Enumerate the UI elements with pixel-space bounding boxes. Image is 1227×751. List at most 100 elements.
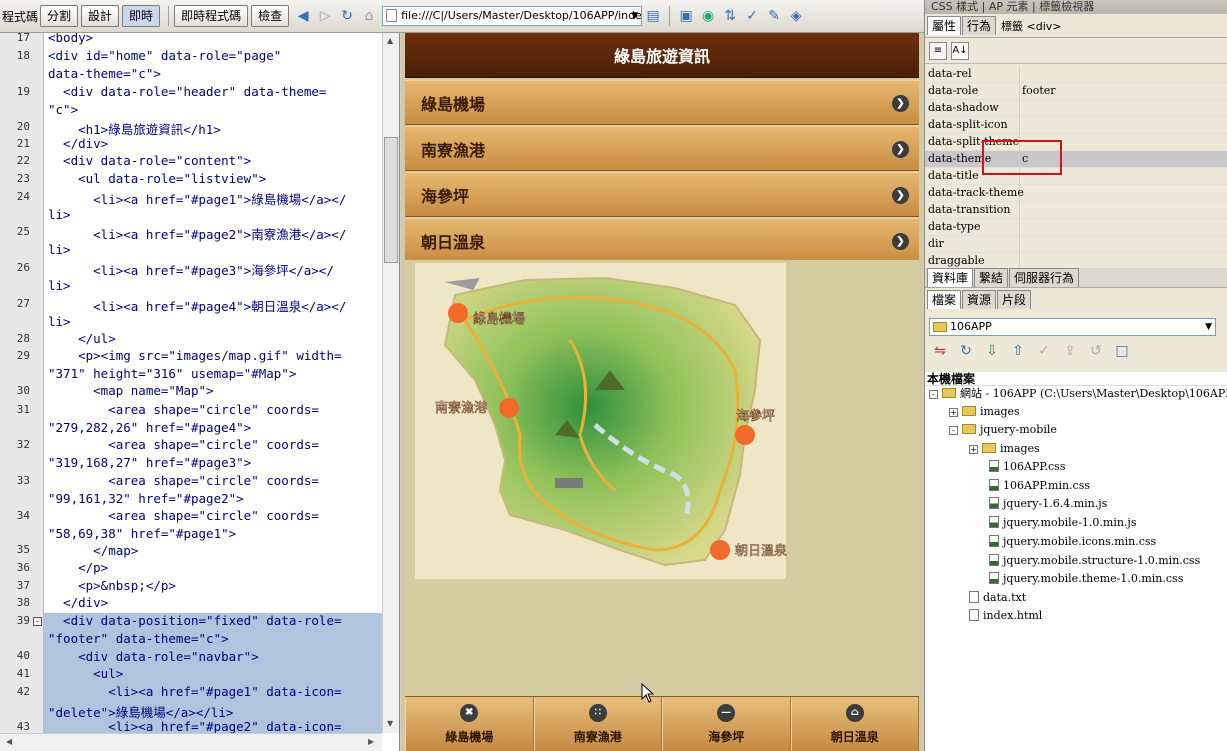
refresh-icon[interactable]: ↻	[339, 8, 355, 24]
tree-file[interactable]: jquery.mobile-1.0.min.js	[989, 515, 1137, 531]
property-row[interactable]: data-split-theme	[925, 134, 1227, 151]
property-row[interactable]: dir	[925, 236, 1227, 253]
property-row[interactable]: data-type	[925, 219, 1227, 236]
preview-browser-icon[interactable]: ◉	[700, 8, 716, 24]
tree-file[interactable]: jquery.mobile.structure-1.0.min.css	[989, 553, 1200, 569]
tree-site-root[interactable]: - 網站 - 106APP (C:\Users\Master\Desktop\10…	[929, 386, 1227, 402]
code-line: </map>	[48, 543, 139, 558]
code-horizontal-scrollbar[interactable]: ◀ ▶	[0, 733, 382, 751]
visual-aids-icon[interactable]: ◈	[788, 8, 804, 24]
line-number: 27	[16, 297, 30, 310]
tree-file[interactable]: jquery-1.6.4.min.js	[989, 496, 1107, 512]
island-map-image[interactable]: 綠島機場 南寮漁港 海參坪 朝日溫泉	[405, 260, 919, 696]
property-row-selected[interactable]: data-theme c	[925, 151, 1227, 168]
tab-snippets[interactable]: 片段	[997, 289, 1032, 309]
nav-tab-hot-spring[interactable]: ⌂ 朝日溫泉	[790, 697, 919, 751]
forward-arrow-icon[interactable]: ▷	[317, 8, 333, 24]
tab-bindings[interactable]: 繫結	[974, 268, 1009, 287]
scroll-up-icon[interactable]: ▲	[387, 36, 393, 45]
alphabetical-sort-icon[interactable]: A↓	[951, 41, 969, 60]
scroll-left-icon[interactable]: ◀	[6, 737, 12, 746]
tree-file[interactable]: 106APP.min.css	[989, 478, 1090, 494]
tree-file[interactable]: jquery.mobile.theme-1.0.min.css	[989, 571, 1183, 587]
code-line: "279,282,26" href="#page4">	[48, 420, 252, 435]
address-field[interactable]: file:///C|/Users/Master/Desktop/106APP/i…	[382, 6, 643, 26]
property-row[interactable]: data-rel	[925, 66, 1227, 83]
list-item-harbor[interactable]: 南寮漁港 ❯	[405, 126, 919, 171]
tree-file[interactable]: jquery.mobile.icons.min.css	[989, 534, 1156, 550]
validate-icon[interactable]: ✎	[766, 8, 782, 24]
property-value[interactable]: c	[1022, 151, 1028, 167]
home-icon[interactable]: ⌂	[361, 8, 377, 24]
scrollbar-thumb[interactable]	[384, 137, 398, 263]
tree-file[interactable]: 106APP.css	[989, 459, 1065, 475]
property-row[interactable]: data-role footer	[925, 83, 1227, 100]
tab-assets[interactable]: 資源	[962, 289, 997, 309]
line-number: 18	[16, 49, 30, 62]
line-number: 23	[16, 172, 30, 185]
refresh-icon[interactable]: ↻	[958, 343, 974, 359]
tree-file[interactable]: index.html	[969, 608, 1042, 624]
property-row[interactable]: data-split-icon	[925, 117, 1227, 134]
panel-group-title[interactable]: CSS 樣式 | AP 元素 | 標籤檢視器	[925, 0, 1227, 14]
code-line: "99,161,32" href="#page2">	[48, 491, 244, 506]
get-files-icon[interactable]: ⇩	[984, 343, 1000, 359]
connect-icon[interactable]: ⇋	[932, 343, 948, 359]
nav-tab-label: 南寮漁港	[573, 729, 622, 744]
tree-folder[interactable]: + images	[969, 441, 1040, 457]
list-item-airport[interactable]: 綠島機場 ❯	[405, 80, 919, 125]
expand-panel-icon[interactable]: □	[1114, 343, 1130, 359]
design-view-button[interactable]: 設計	[81, 5, 120, 27]
tree-folder[interactable]: - jquery-mobile	[949, 422, 1057, 438]
file-management-icon[interactable]: ▣	[678, 8, 694, 24]
split-view-button[interactable]: 分割	[40, 5, 79, 27]
sort-icon[interactable]: ⇅	[722, 8, 738, 24]
tab-databases[interactable]: 資料庫	[927, 268, 974, 287]
tree-file[interactable]: data.txt	[969, 590, 1026, 606]
list-item-haishenping[interactable]: 海參坪 ❯	[405, 172, 919, 217]
chevron-down-icon[interactable]: ▼	[631, 7, 638, 25]
code-line: <li><a href="#page1" data-icon=	[48, 684, 342, 699]
line-number: 32	[16, 438, 30, 451]
tab-server-behaviors[interactable]: 伺服器行為	[1009, 268, 1080, 287]
map-hotspot-airport	[448, 303, 468, 323]
back-arrow-icon[interactable]: ◀	[295, 8, 311, 24]
code-editor[interactable]: 17 18 19 20 21 22 23 24 25 26 27 28 29 3…	[0, 33, 400, 751]
property-value[interactable]: footer	[1022, 83, 1056, 99]
code-vertical-scrollbar[interactable]: ▲ ▼	[382, 33, 399, 733]
tab-files[interactable]: 檔案	[927, 289, 962, 309]
list-item-label: 綠島機場	[421, 94, 486, 114]
scroll-right-icon[interactable]: ▶	[368, 737, 374, 746]
live-view-button[interactable]: 即時	[122, 5, 161, 27]
put-files-icon[interactable]: ⇧	[1010, 343, 1026, 359]
property-row[interactable]: data-track-theme	[925, 185, 1227, 202]
sync-icon[interactable]: ↺	[1088, 343, 1104, 359]
view-options-icon[interactable]: ▤	[645, 8, 661, 24]
expand-icon: +	[949, 408, 958, 417]
live-code-button[interactable]: 即時程式碼	[174, 5, 249, 27]
tab-properties[interactable]: 屬性	[927, 16, 962, 35]
tab-behaviors[interactable]: 行為	[962, 16, 997, 35]
nav-tab-haishenping[interactable]: — 海參坪	[662, 697, 791, 751]
line-number: 20	[16, 120, 30, 133]
site-dropdown[interactable]: 106APP ▼	[929, 318, 1216, 336]
list-item-hot-spring[interactable]: 朝日溫泉 ❯	[405, 218, 919, 263]
nav-tab-harbor[interactable]: ∷ 南寮漁港	[533, 697, 662, 751]
check-page-icon[interactable]: ✓	[744, 8, 760, 24]
check-in-icon[interactable]: ⇪	[1062, 343, 1078, 359]
category-view-icon[interactable]: ≡	[929, 41, 947, 60]
collapse-icon: -	[929, 390, 938, 399]
check-out-icon[interactable]: ✓	[1036, 343, 1052, 359]
chevron-down-icon[interactable]: ▼	[1205, 319, 1212, 335]
code-view-button[interactable]: 程式碼	[2, 8, 38, 25]
inspect-button[interactable]: 檢查	[251, 5, 290, 27]
nav-tab-airport[interactable]: ✖ 綠島機場	[405, 697, 534, 751]
scroll-down-icon[interactable]: ▼	[387, 719, 393, 728]
property-row[interactable]: data-title	[925, 168, 1227, 185]
tree-folder[interactable]: + images	[949, 404, 1020, 420]
property-row[interactable]: data-shadow	[925, 100, 1227, 117]
property-name: data-rel	[928, 67, 972, 80]
list-item-label: 海參坪	[421, 186, 470, 206]
collapse-toggle-icon[interactable]: -	[33, 617, 42, 626]
property-row[interactable]: data-transition	[925, 202, 1227, 219]
